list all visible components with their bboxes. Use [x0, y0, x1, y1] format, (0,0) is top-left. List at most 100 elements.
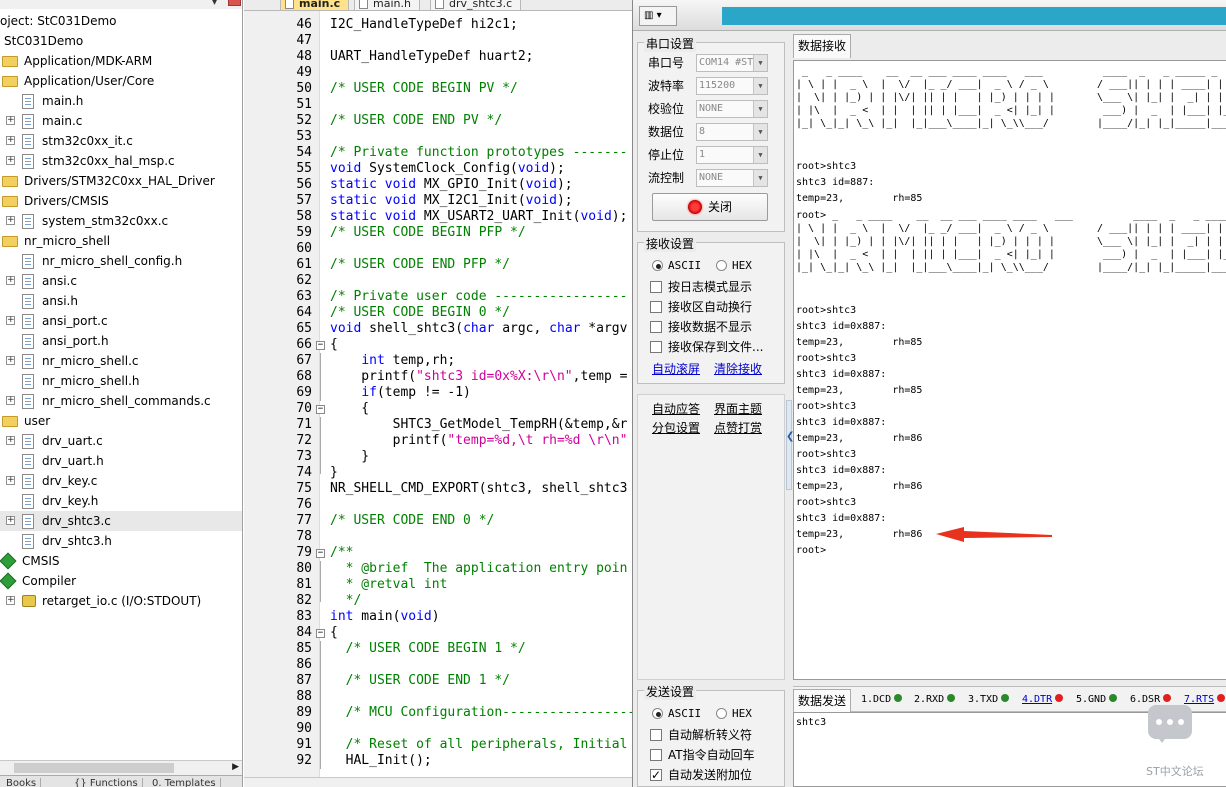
expand-icon[interactable]: + [6, 596, 15, 605]
auto-reply-link[interactable]: 自动应答 [652, 401, 700, 417]
code-line[interactable]: 87 /* USER CODE END 1 */ [244, 673, 632, 689]
code-line[interactable]: 65 void shell_shtc3(char argc, char *argv [244, 321, 632, 337]
expand-icon[interactable]: + [6, 276, 15, 285]
code-line[interactable]: 74} [244, 465, 632, 481]
ui-theme-link[interactable]: 界面主题 [714, 401, 762, 417]
code-line[interactable]: 83 int main(void) [244, 609, 632, 625]
send-ascii-radio[interactable]: ASCII [652, 707, 701, 721]
code-line[interactable]: 48 UART_HandleTypeDef huart2; [244, 49, 632, 65]
code-line[interactable]: 81 * @retval int [244, 577, 632, 593]
setting-select[interactable]: NONE ▼ [696, 100, 768, 118]
tree-file[interactable]: + drv_key.c [0, 471, 242, 491]
code-line[interactable]: 60 [244, 241, 632, 257]
tab-functions[interactable]: {} Functions [70, 778, 143, 787]
tree-file[interactable]: ansi_port.h [0, 331, 242, 351]
tree-folder[interactable]: Drivers/CMSIS [0, 191, 242, 211]
expand-icon[interactable]: + [6, 356, 15, 365]
auto-scroll-link[interactable]: 自动滚屏 [652, 361, 700, 377]
code-line[interactable]: 53 [244, 129, 632, 145]
code-line[interactable]: 78 [244, 529, 632, 545]
tab-main-h[interactable]: main.h [354, 0, 420, 11]
expand-icon[interactable]: + [6, 156, 15, 165]
code-line[interactable]: 90 [244, 721, 632, 737]
expand-icon[interactable]: + [6, 116, 15, 125]
tree-file[interactable]: nr_micro_shell.h [0, 371, 242, 391]
tree-folder[interactable]: Application/MDK-ARM [0, 51, 242, 71]
expand-icon[interactable]: + [6, 216, 15, 225]
code-line[interactable]: 71 SHTC3_GetModel_TempRH(&temp,&r [244, 417, 632, 433]
code-line[interactable]: 49 [244, 65, 632, 81]
scroll-right-icon[interactable]: ▶ [232, 762, 239, 772]
code-line[interactable]: 70− { [244, 401, 632, 417]
like-tip-link[interactable]: 点赞打赏 [714, 420, 762, 436]
hide-data-checkbox[interactable]: 接收数据不显示 [650, 319, 752, 335]
tree-file[interactable]: + system_stm32c0xx.c [0, 211, 242, 231]
tab-templates[interactable]: 0. Templates [148, 778, 221, 787]
code-line[interactable]: 55 void SystemClock_Config(void); [244, 161, 632, 177]
code-line[interactable]: 84−{ [244, 625, 632, 641]
tab-main-c[interactable]: main.c [280, 0, 350, 11]
expand-icon[interactable]: + [6, 316, 15, 325]
tree-folder[interactable]: Drivers/STM32C0xx_HAL_Driver [0, 171, 242, 191]
chevron-down-icon[interactable]: ▼ [753, 170, 767, 186]
code-line[interactable]: 89 /* MCU Configuration----------------- [244, 705, 632, 721]
code-line[interactable]: 85 /* USER CODE BEGIN 1 */ [244, 641, 632, 657]
code-line[interactable]: 58 static void MX_USART2_UART_Init(void); [244, 209, 632, 225]
send-option-checkbox[interactable]: AT指令自动回车 [650, 747, 755, 763]
expand-icon[interactable]: + [6, 436, 15, 445]
code-line[interactable]: 46 I2C_HandleTypeDef hi2c1; [244, 17, 632, 33]
tree-folder[interactable]: user [0, 411, 242, 431]
expand-icon[interactable]: + [6, 136, 15, 145]
tree-file[interactable]: + ansi_port.c [0, 311, 242, 331]
code-line[interactable]: 47 [244, 33, 632, 49]
code-line[interactable]: 91 /* Reset of all peripherals, Initial [244, 737, 632, 753]
tree-file[interactable]: drv_key.h [0, 491, 242, 511]
chevron-down-icon[interactable]: ▼ [753, 124, 767, 140]
expand-icon[interactable]: + [6, 516, 15, 525]
code-line[interactable]: 66−{ [244, 337, 632, 353]
send-hex-radio[interactable]: HEX [716, 707, 752, 721]
close-port-button[interactable]: 关闭 [652, 193, 768, 221]
auto-wrap-checkbox[interactable]: 接收区自动换行 [650, 299, 752, 315]
scrollbar-thumb[interactable] [14, 763, 174, 773]
code-line[interactable]: 54 /* Private function prototypes ------- [244, 145, 632, 161]
setting-select[interactable]: 8 ▼ [696, 123, 768, 141]
code-line[interactable]: 52 /* USER CODE END PV */ [244, 113, 632, 129]
code-line[interactable]: 88 [244, 689, 632, 705]
tree-file[interactable]: + stm32c0xx_hal_msp.c [0, 151, 242, 171]
tree-folder[interactable]: nr_micro_shell [0, 231, 242, 251]
setting-select[interactable]: COM14 #STM ▼ [696, 54, 768, 72]
signal-indicator[interactable]: 4.DTR [1022, 693, 1064, 707]
code-line[interactable]: 63 /* Private user code ----------------- [244, 289, 632, 305]
chevron-down-icon[interactable]: ▼ [753, 147, 767, 163]
expand-icon[interactable]: + [6, 476, 15, 485]
send-option-checkbox[interactable]: 自动发送附加位 [650, 767, 752, 783]
tree-file[interactable]: + ansi.c [0, 271, 242, 291]
fold-icon[interactable]: − [316, 629, 325, 638]
pin-icon[interactable]: ▾ [212, 0, 217, 8]
code-line[interactable]: 73 } [244, 449, 632, 465]
send-option-checkbox[interactable]: 自动解析转义符 [650, 727, 752, 743]
tree-file[interactable]: + drv_uart.c [0, 431, 242, 451]
code-line[interactable]: 77 /* USER CODE END 0 */ [244, 513, 632, 529]
tree-file[interactable]: + retarget_io.c (I/O:STDOUT) [0, 591, 242, 611]
tab-data-receive[interactable]: 数据接收 [793, 34, 852, 58]
code-line[interactable]: 68 printf("shtc3 id=0x%X:\r\n",temp = [244, 369, 632, 385]
tree-component[interactable]: CMSIS [0, 551, 242, 571]
tree-file[interactable]: ansi.h [0, 291, 242, 311]
tree-file[interactable]: + main.c [0, 111, 242, 131]
tree-file[interactable]: + nr_micro_shell_commands.c [0, 391, 242, 411]
recv-hex-radio[interactable]: HEX [716, 259, 752, 273]
tab-data-send[interactable]: 数据发送 [793, 689, 852, 712]
code-line[interactable]: 75 NR_SHELL_CMD_EXPORT(shtc3, shell_shtc3 [244, 481, 632, 497]
tree-file[interactable]: + nr_micro_shell.c [0, 351, 242, 371]
tree-file[interactable]: nr_micro_shell_config.h [0, 251, 242, 271]
log-mode-checkbox[interactable]: 按日志模式显示 [650, 279, 752, 295]
system-menu-button[interactable]: ▥ ▾ [639, 6, 677, 26]
tree-file[interactable]: + drv_shtc3.c [0, 511, 242, 531]
save-to-file-checkbox[interactable]: 接收保存到文件... [650, 339, 763, 355]
code-line[interactable]: 72 printf("temp=%d,\t rh=%d \r\n" [244, 433, 632, 449]
code-line[interactable]: 82 */ [244, 593, 632, 609]
chevron-down-icon[interactable]: ▼ [753, 78, 767, 94]
code-line[interactable]: 62 [244, 273, 632, 289]
